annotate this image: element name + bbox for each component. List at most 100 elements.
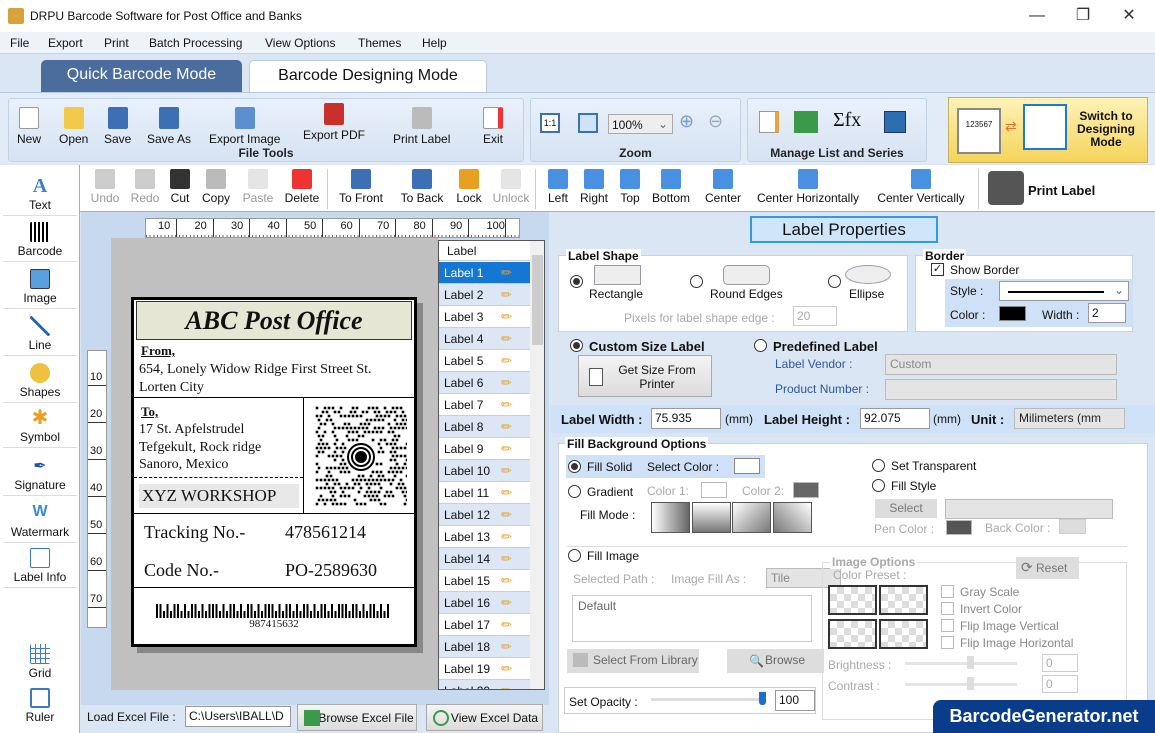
contrast-slider-thumb[interactable] <box>967 677 974 690</box>
ellipse-radio[interactable] <box>828 275 841 288</box>
toolbar-undo-button[interactable]: Undo <box>90 169 120 205</box>
tracking-label[interactable]: Tracking No.- <box>144 522 245 543</box>
flip-horizontal-checkbox[interactable] <box>941 636 954 649</box>
menu-themes[interactable]: Themes <box>358 36 401 50</box>
zoom-out-icon[interactable]: ⊖ <box>708 111 723 132</box>
sidebar-item-line[interactable]: Line <box>3 313 77 356</box>
toolbar-bottom-button[interactable]: Bottom <box>650 169 692 205</box>
pencil-edit-icon[interactable]: ✏ <box>501 661 512 677</box>
border-style-select[interactable]: ⌄ <box>999 281 1129 301</box>
pencil-edit-icon[interactable]: ✏ <box>501 441 512 457</box>
toolbar-center-horizontally-button[interactable]: Center Horizontally <box>748 169 868 205</box>
pencil-edit-icon[interactable]: ✏ <box>501 397 512 413</box>
toolbar-to-front-button[interactable]: To Front <box>334 169 388 205</box>
series-arrows-icon[interactable] <box>884 111 906 133</box>
pencil-edit-icon[interactable]: ✏ <box>501 507 512 523</box>
contrast-slider[interactable] <box>905 683 1017 686</box>
border-color-swatch[interactable] <box>999 306 1026 321</box>
zoom-in-icon[interactable]: ⊕ <box>679 111 694 132</box>
label-list-item[interactable]: Label 19 ✏ <box>439 658 530 680</box>
toolbar-paste-button[interactable]: Paste <box>240 169 276 205</box>
predefined-label-radio[interactable] <box>754 339 767 352</box>
label-list-item[interactable]: Label 16 ✏ <box>439 592 530 614</box>
to-address-line1[interactable]: 17 St. Apfelstrudel <box>139 422 244 438</box>
brightness-slider-thumb[interactable] <box>967 656 974 669</box>
pencil-edit-icon[interactable]: ✏ <box>501 617 512 633</box>
to-heading[interactable]: To, <box>141 404 158 420</box>
gray-scale-checkbox[interactable] <box>941 585 954 598</box>
save-button[interactable]: Save <box>104 107 131 146</box>
pencil-edit-icon[interactable]: ✏ <box>501 265 512 281</box>
invert-color-checkbox[interactable] <box>941 602 954 615</box>
product-number-select[interactable] <box>885 379 1117 400</box>
open-button[interactable]: Open <box>59 107 88 146</box>
label-vendor-select[interactable]: Custom <box>885 354 1117 375</box>
sidebar-item-text[interactable]: A Text <box>3 173 77 216</box>
edit-list-icon[interactable] <box>759 111 779 133</box>
back-color-swatch[interactable] <box>1059 519 1086 534</box>
sidebar-item-ruler[interactable]: Ruler <box>3 685 77 727</box>
label-list-item[interactable]: Label 18 ✏ <box>439 636 530 658</box>
view-excel-data-button[interactable]: View Excel Data <box>426 704 543 731</box>
pencil-edit-icon[interactable]: ✏ <box>501 529 512 545</box>
label-list-item[interactable]: Label 5 ✏ <box>439 350 530 372</box>
show-border-checkbox[interactable]: ✓ <box>931 263 944 276</box>
label-list-item[interactable]: Label 11 ✏ <box>439 482 530 504</box>
pencil-edit-icon[interactable]: ✏ <box>501 551 512 567</box>
toolbar-redo-button[interactable]: Redo <box>130 169 160 205</box>
toolbar-lock-button[interactable]: Lock <box>454 169 484 205</box>
color-preset-1[interactable] <box>828 585 877 615</box>
fill-style-select[interactable] <box>945 499 1113 519</box>
sidebar-item-barcode[interactable]: Barcode <box>3 219 77 262</box>
menu-help[interactable]: Help <box>422 36 447 50</box>
pencil-edit-icon[interactable]: ✏ <box>501 309 512 325</box>
company-name[interactable]: XYZ WORKSHOP <box>139 484 299 508</box>
fill-solid-radio[interactable] <box>568 460 581 473</box>
reset-button[interactable]: ⟳ Reset <box>1016 557 1079 579</box>
get-size-from-printer-button[interactable]: Get Size From Printer <box>578 355 712 397</box>
opacity-slider-thumb[interactable] <box>759 692 766 705</box>
menu-view-options[interactable]: View Options <box>265 36 335 50</box>
label-list-item[interactable]: Label 9 ✏ <box>439 438 530 460</box>
fill-image-radio[interactable] <box>568 549 581 562</box>
opacity-slider[interactable] <box>651 698 763 701</box>
pencil-edit-icon[interactable]: ✏ <box>501 485 512 501</box>
unit-select[interactable]: Milimeters (mm <box>1014 408 1125 429</box>
pencil-edit-icon[interactable]: ✏ <box>501 463 512 479</box>
label-list-item[interactable]: Label 1 ✏ <box>439 262 530 284</box>
export-pdf-button[interactable]: Export PDF <box>303 103 365 142</box>
label-list-item[interactable]: Label 14 ✏ <box>439 548 530 570</box>
sidebar-item-symbol[interactable]: ✱ Symbol <box>3 405 77 448</box>
pencil-edit-icon[interactable]: ✏ <box>501 595 512 611</box>
toolbar-copy-button[interactable]: Copy <box>201 169 231 205</box>
menu-file[interactable]: File <box>10 36 29 50</box>
excel-import-icon[interactable] <box>794 111 818 133</box>
gradient-radio[interactable] <box>568 485 581 498</box>
fit-to-window-button[interactable] <box>578 113 598 133</box>
from-address-line2[interactable]: Lorten City <box>139 380 204 396</box>
label-list-item[interactable]: Label 6 ✏ <box>439 372 530 394</box>
pencil-edit-icon[interactable]: ✏ <box>501 573 512 589</box>
toolbar-right-button[interactable]: Right <box>576 169 612 205</box>
zoom-select[interactable]: 100% ⌄ <box>608 114 673 134</box>
label-list-item[interactable]: Label 7 ✏ <box>439 394 530 416</box>
sidebar-item-image[interactable]: Image <box>3 266 77 309</box>
export-image-button[interactable]: Export Image <box>209 107 280 146</box>
pencil-edit-icon[interactable]: ✏ <box>501 375 512 391</box>
contrast-input[interactable]: 0 <box>1042 675 1078 693</box>
to-address-line2[interactable]: Tefgekult, Rock ridge <box>139 440 261 456</box>
label-width-stepper[interactable]: 75.935 <box>651 408 721 429</box>
fill-mode-diagonal-reverse[interactable] <box>773 502 812 533</box>
toolbar-delete-button[interactable]: Delete <box>281 169 323 205</box>
color-preset-4[interactable] <box>879 619 928 649</box>
pencil-edit-icon[interactable]: ✏ <box>501 353 512 369</box>
scrollbar-thumb[interactable] <box>532 255 543 345</box>
sidebar-item-label-info[interactable]: Label Info <box>3 545 77 588</box>
rectangle-radio[interactable] <box>570 275 583 288</box>
pencil-edit-icon[interactable]: ✏ <box>501 331 512 347</box>
actual-size-button[interactable]: 1:1 <box>540 113 560 133</box>
color-preset-2[interactable] <box>879 585 928 615</box>
fill-style-radio[interactable] <box>872 479 885 492</box>
label-list-item[interactable]: Label 13 ✏ <box>439 526 530 548</box>
label-list-item[interactable]: Label 8 ✏ <box>439 416 530 438</box>
